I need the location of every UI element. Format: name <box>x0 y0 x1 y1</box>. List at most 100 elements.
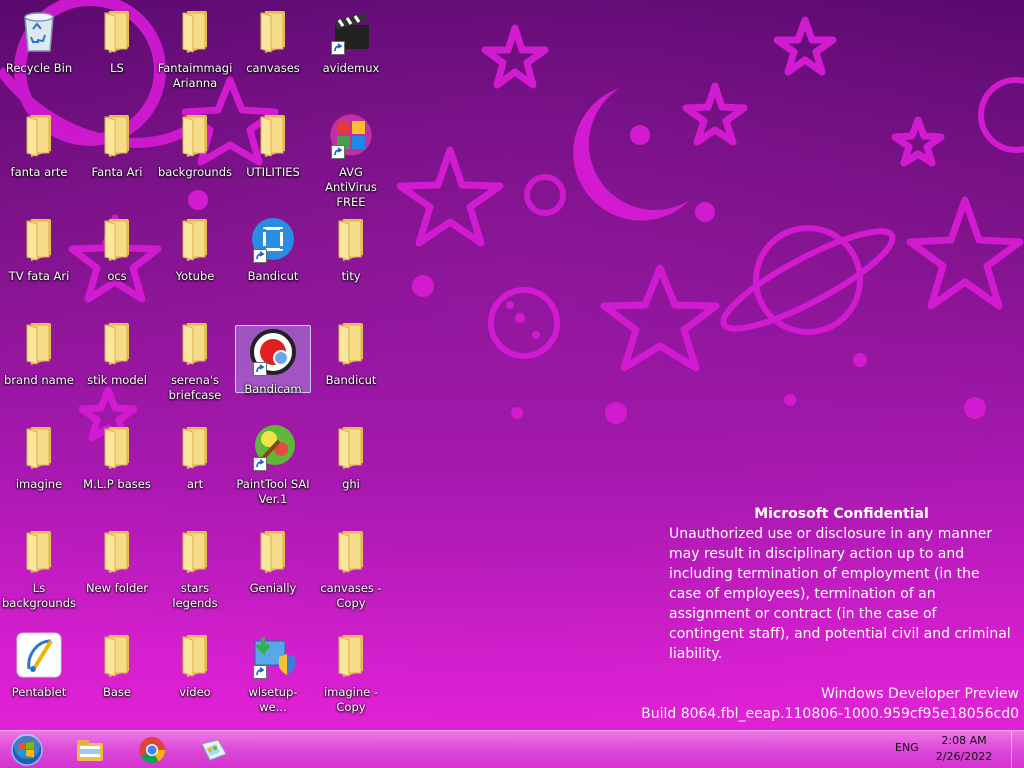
folder-icon <box>182 115 207 157</box>
icon-image <box>15 215 63 263</box>
desktop-icon-label: stik model <box>87 373 147 387</box>
icon-image <box>93 631 141 679</box>
desktop-icon-bandicut[interactable]: Bandicut <box>313 317 389 415</box>
folder-icon <box>182 427 207 469</box>
desktop-icon-m-l-p-bases[interactable]: M.L.P bases <box>79 421 155 519</box>
desktop-icon-recycle-bin[interactable]: Recycle Bin <box>1 5 77 103</box>
folder-icon <box>182 531 207 573</box>
folder-icon <box>338 531 363 573</box>
desktop-icon-label: avidemux <box>322 61 380 75</box>
folder-icon <box>338 219 363 261</box>
icon-image <box>249 631 297 679</box>
desktop-icon-label: M.L.P bases <box>83 477 151 491</box>
icon-image <box>93 319 141 367</box>
desktop-icon-yotube[interactable]: Yotube <box>157 213 233 311</box>
desktop-icon-stik-model[interactable]: stik model <box>79 317 155 415</box>
desktop-icon-imagine-copy[interactable]: imagine - Copy <box>313 629 389 727</box>
desktop-icon-brand-name[interactable]: brand name <box>1 317 77 415</box>
chrome-button[interactable] <box>126 733 178 767</box>
icon-image <box>249 7 297 55</box>
start-button[interactable] <box>2 733 52 767</box>
desktop-icon-bandicam[interactable]: Bandicam <box>235 325 311 396</box>
desktop-icon-art[interactable]: art <box>157 421 233 519</box>
desktop-icon-label: stars legends <box>172 581 218 610</box>
desktop-icon-serena-s-briefcase[interactable]: serena's briefcase <box>157 317 233 415</box>
clock[interactable]: 2:08 AM 2/26/2022 <box>926 733 1002 765</box>
folder-icon <box>26 427 51 469</box>
icon-image <box>249 215 297 263</box>
desktop-icon-label: video <box>179 685 211 699</box>
icon-image <box>93 215 141 263</box>
icon-image <box>249 423 297 471</box>
desktop-icon-label: imagine - Copy <box>323 685 379 714</box>
windows-orb-icon <box>11 734 43 766</box>
icon-image <box>327 527 375 575</box>
desktop-icon-new-folder[interactable]: New folder <box>79 525 155 623</box>
desktop-icon-stars-legends[interactable]: stars legends <box>157 525 233 623</box>
desktop-icon-wlsetup-we[interactable]: wlsetup-we... <box>235 629 311 727</box>
desktop-icon-fanta-arte[interactable]: fanta arte <box>1 109 77 207</box>
desktop-icon-label: canvases <box>246 61 300 75</box>
icon-image <box>327 111 375 159</box>
paint-app-button[interactable] <box>188 733 240 767</box>
icon-image <box>15 527 63 575</box>
desktop-icon-painttool-sai-ver-1[interactable]: PaintTool SAI Ver.1 <box>235 421 311 519</box>
desktop-icon-imagine[interactable]: imagine <box>1 421 77 519</box>
desktop-icon-ghi[interactable]: ghi <box>313 421 389 519</box>
desktop-icon-label: Bandicam <box>244 382 302 396</box>
build-info: Windows Developer Preview Build 8064.fbl… <box>641 684 1019 724</box>
pentablet-icon <box>16 632 62 678</box>
desktop-icon-ls-backgrounds[interactable]: Ls backgrounds <box>1 525 77 623</box>
folder-icon <box>26 115 51 157</box>
folder-icon <box>338 323 363 365</box>
desktop-icon-base[interactable]: Base <box>79 629 155 727</box>
desktop-icon-pentablet[interactable]: Pentablet <box>1 629 77 727</box>
clock-date: 2/26/2022 <box>935 750 993 763</box>
folder-icon <box>26 323 51 365</box>
shortcut-arrow-icon <box>253 665 267 679</box>
icon-image <box>171 215 219 263</box>
build-label: Build 8064.fbl_eeap.110806-1000.959cf95e… <box>641 706 1019 722</box>
desktop-icon-backgrounds[interactable]: backgrounds <box>157 109 233 207</box>
icon-image <box>249 111 297 159</box>
desktop-icon-fantaimmagi-arianna[interactable]: Fantaimmagi Arianna <box>157 5 233 103</box>
desktop-icon-label: Yotube <box>175 269 215 283</box>
desktop-icon-label: wlsetup-we... <box>248 685 298 714</box>
desktop-icon-label: ghi <box>342 477 360 491</box>
desktop-icon-tity[interactable]: tity <box>313 213 389 311</box>
show-desktop-button[interactable] <box>1011 731 1024 768</box>
libraries-folder-icon <box>77 740 103 761</box>
chrome-icon <box>139 737 166 764</box>
recycle-bin-icon <box>24 12 54 52</box>
paint-icon <box>201 739 227 761</box>
desktop-icon-canvases-copy[interactable]: canvases - Copy <box>313 525 389 623</box>
icon-image <box>171 423 219 471</box>
desktop-icon-label: backgrounds <box>157 165 232 179</box>
desktop-icon-avidemux[interactable]: avidemux <box>313 5 389 103</box>
desktop-icon-tv-fata-ari[interactable]: TV fata Ari <box>1 213 77 311</box>
desktop-icon-label: Genially <box>249 581 297 595</box>
icon-image <box>249 328 297 376</box>
language-indicator[interactable]: ENG <box>895 741 919 754</box>
shortcut-arrow-icon <box>253 457 267 471</box>
desktop-icon-video[interactable]: video <box>157 629 233 727</box>
desktop-icon-genially[interactable]: Genially <box>235 525 311 623</box>
clock-time: 2:08 AM <box>941 734 987 747</box>
desktop-icon-label: UTILITIES <box>246 165 300 179</box>
icon-image <box>15 319 63 367</box>
icon-image <box>15 111 63 159</box>
edition-label: Windows Developer Preview <box>821 686 1019 702</box>
desktop-icon-label: imagine <box>15 477 63 491</box>
desktop-icon-fanta-ari[interactable]: Fanta Ari <box>79 109 155 207</box>
file-explorer-button[interactable] <box>64 733 116 767</box>
icon-image <box>171 527 219 575</box>
desktop-icon-bandicut[interactable]: Bandicut <box>235 213 311 311</box>
desktop-icon-avg-antivirus-free[interactable]: AVG AntiVirus FREE <box>313 109 389 209</box>
desktop-icon-ocs[interactable]: ocs <box>79 213 155 311</box>
desktop-icon-label: brand name <box>4 373 74 387</box>
confidential-body: Unauthorized use or disclosure in any ma… <box>669 526 1011 662</box>
desktop-icon-canvases[interactable]: canvases <box>235 5 311 103</box>
desktop-icon-label: TV fata Ari <box>8 269 70 283</box>
desktop-icon-utilities[interactable]: UTILITIES <box>235 109 311 207</box>
desktop-icon-ls[interactable]: LS <box>79 5 155 103</box>
